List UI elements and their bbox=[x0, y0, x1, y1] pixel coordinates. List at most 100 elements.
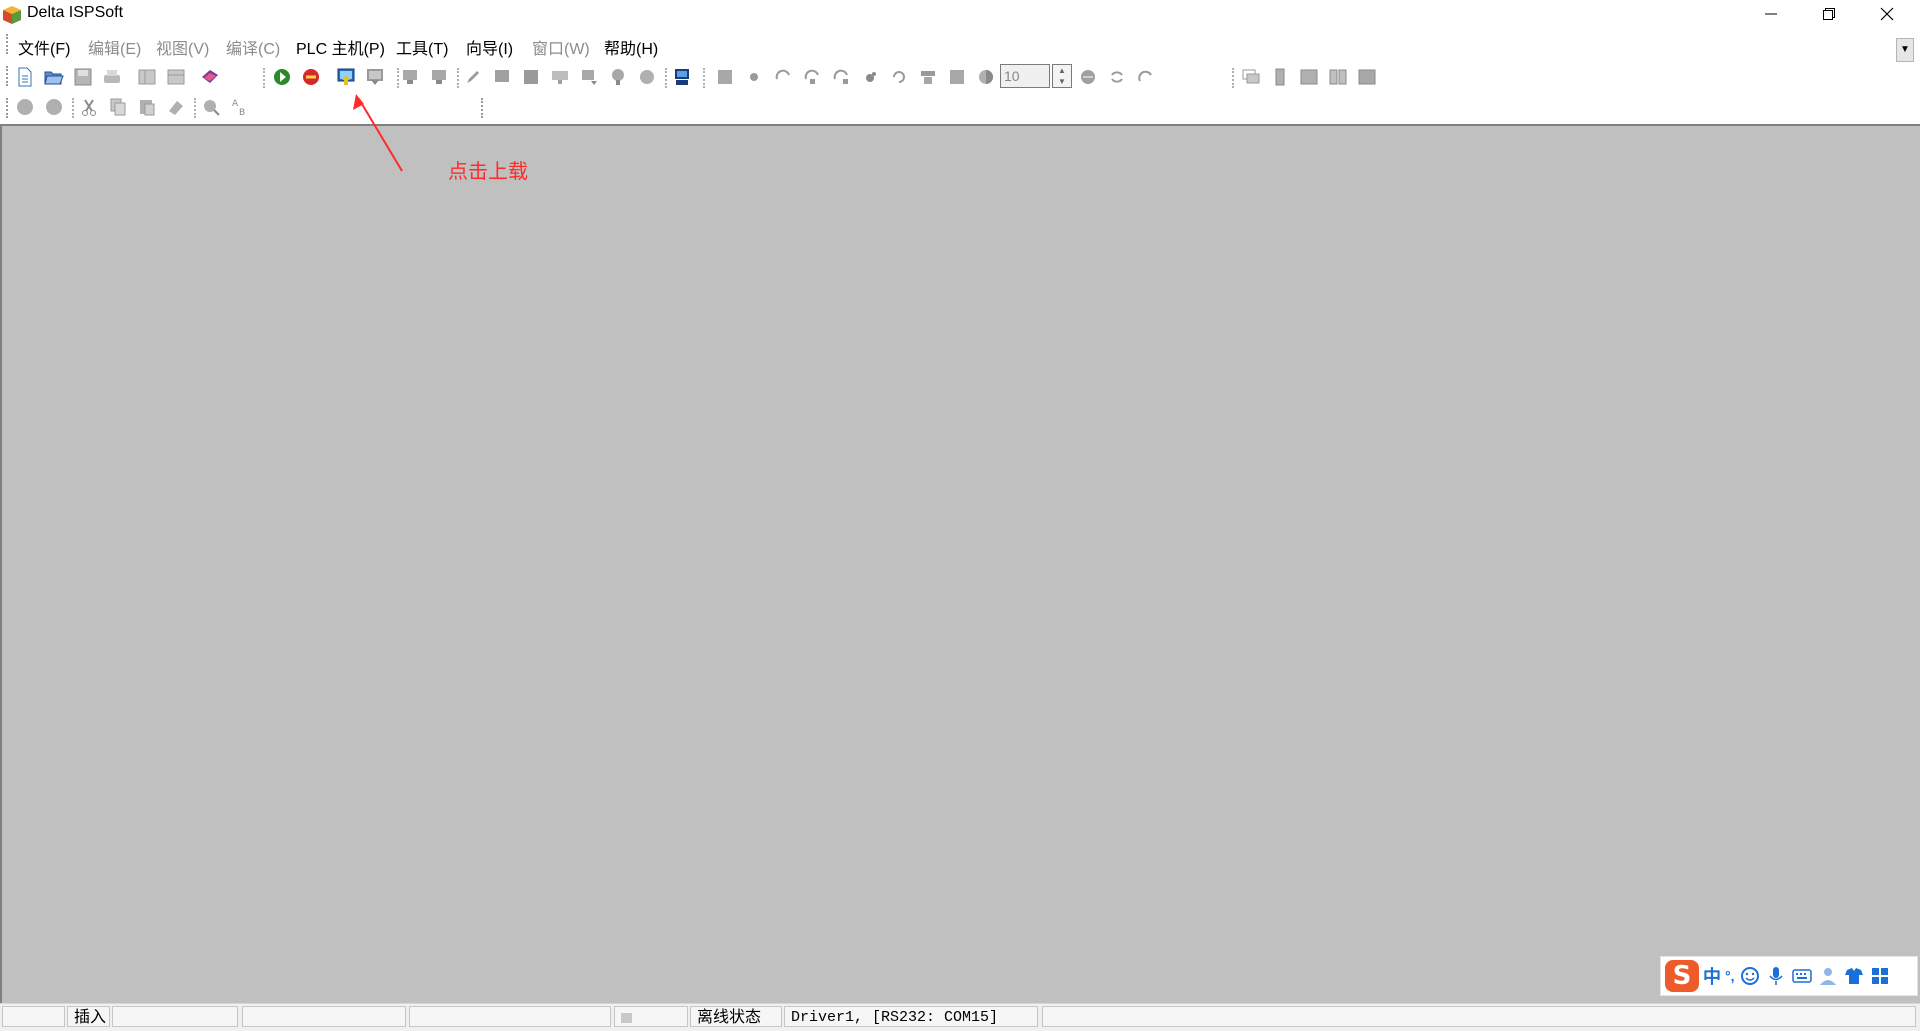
toolbar2-grip[interactable] bbox=[6, 98, 11, 118]
app-logo-icon bbox=[3, 6, 21, 24]
step-out-button[interactable] bbox=[830, 66, 852, 88]
breakpoint-button[interactable] bbox=[859, 66, 881, 88]
cascade-icon bbox=[1242, 69, 1260, 84]
minimize-icon bbox=[1765, 13, 1777, 15]
emoji-icon[interactable] bbox=[1739, 965, 1761, 987]
annotation-label: 点击上载 bbox=[448, 161, 528, 183]
keyboard-icon[interactable] bbox=[1791, 965, 1813, 987]
close-button[interactable] bbox=[1858, 0, 1916, 28]
tool2-button[interactable] bbox=[491, 66, 513, 88]
tool17-button[interactable] bbox=[1327, 66, 1349, 88]
tool14-button[interactable] bbox=[1240, 66, 1262, 88]
download-button[interactable] bbox=[364, 66, 386, 88]
monitor-mode-button[interactable] bbox=[714, 66, 736, 88]
paste-button[interactable] bbox=[136, 96, 158, 118]
sogou-logo-icon[interactable]: S bbox=[1665, 960, 1699, 992]
tool10-button[interactable] bbox=[975, 66, 997, 88]
breakpoint-icon bbox=[866, 72, 876, 82]
scan-value-input[interactable]: 10 bbox=[1000, 64, 1050, 88]
find-button[interactable] bbox=[200, 96, 222, 118]
compare2-button[interactable] bbox=[428, 66, 450, 88]
erase-button[interactable] bbox=[165, 96, 187, 118]
toolbar-separator bbox=[1232, 68, 1234, 88]
stack-icon bbox=[921, 71, 935, 84]
menu-edit[interactable]: 编辑(E) bbox=[88, 35, 141, 59]
stop-button[interactable] bbox=[300, 66, 322, 88]
dot-button[interactable] bbox=[743, 66, 765, 88]
book-button[interactable] bbox=[199, 66, 221, 88]
user-icon[interactable] bbox=[1817, 965, 1839, 987]
toolbar-overflow-button[interactable]: ▼ bbox=[1896, 38, 1914, 62]
scan-value-spinner[interactable]: ▲ ▼ bbox=[1052, 64, 1072, 88]
menu-tools[interactable]: 工具(T) bbox=[396, 35, 448, 59]
mdi-workspace[interactable] bbox=[0, 124, 1920, 1004]
ime-language-toggle[interactable]: 中 bbox=[1703, 963, 1721, 989]
menu-help[interactable]: 帮助(H) bbox=[604, 35, 658, 59]
step-into-button[interactable] bbox=[801, 66, 823, 88]
tool16-button[interactable] bbox=[1298, 66, 1320, 88]
minus-circle-icon bbox=[1081, 70, 1095, 84]
minimize-button[interactable] bbox=[1742, 0, 1800, 28]
toolbar-separator bbox=[263, 68, 265, 88]
undo-button[interactable] bbox=[14, 96, 36, 118]
tool6-button[interactable] bbox=[607, 66, 629, 88]
svg-text:B: B bbox=[239, 108, 245, 117]
menu-compile[interactable]: 编译(C) bbox=[226, 35, 280, 59]
run-icon bbox=[274, 69, 290, 85]
tool4-button[interactable] bbox=[549, 66, 571, 88]
book-icon bbox=[202, 70, 218, 83]
replace-button[interactable]: AB bbox=[229, 96, 251, 118]
menu-wizard[interactable]: 向导(I) bbox=[466, 35, 513, 59]
run-button[interactable] bbox=[271, 66, 293, 88]
tool1-button[interactable] bbox=[462, 66, 484, 88]
step-over-button[interactable] bbox=[772, 66, 794, 88]
copy-button[interactable] bbox=[107, 96, 129, 118]
tool7-button[interactable] bbox=[636, 66, 658, 88]
spin-down-icon[interactable]: ▼ bbox=[1053, 76, 1071, 87]
layout-button[interactable] bbox=[136, 66, 158, 88]
upload-button[interactable] bbox=[335, 66, 357, 88]
menu-view[interactable]: 视图(V) bbox=[156, 35, 209, 59]
menubar-grip[interactable] bbox=[6, 34, 11, 54]
toolbar-separator bbox=[72, 98, 74, 118]
window-button[interactable] bbox=[165, 66, 187, 88]
ime-toolbar[interactable]: S 中 °, bbox=[1660, 956, 1918, 996]
device-icon bbox=[582, 70, 597, 85]
toolbar3-grip[interactable] bbox=[481, 98, 486, 118]
tool8-button[interactable] bbox=[917, 66, 939, 88]
close-icon bbox=[1880, 7, 1894, 21]
comm-settings-button[interactable] bbox=[671, 66, 693, 88]
tool13-button[interactable] bbox=[1135, 66, 1157, 88]
ime-punct-toggle[interactable]: °, bbox=[1725, 968, 1735, 984]
microphone-icon[interactable] bbox=[1765, 965, 1787, 987]
refresh-button[interactable] bbox=[888, 66, 910, 88]
spin-up-icon[interactable]: ▲ bbox=[1053, 65, 1071, 76]
toolbar-separator bbox=[194, 98, 196, 118]
tool5-button[interactable] bbox=[578, 66, 600, 88]
tool3-button[interactable] bbox=[520, 66, 542, 88]
restore-button[interactable] bbox=[1800, 0, 1858, 28]
save-button[interactable] bbox=[72, 66, 94, 88]
cut-button[interactable] bbox=[78, 96, 100, 118]
open-button[interactable] bbox=[43, 66, 65, 88]
redo-button[interactable] bbox=[43, 96, 65, 118]
tool15-button[interactable] bbox=[1269, 66, 1291, 88]
status-driver: Driver1, [RS232: COM15] bbox=[784, 1006, 1038, 1027]
tool11-button[interactable] bbox=[1077, 66, 1099, 88]
menu-window[interactable]: 窗口(W) bbox=[532, 35, 590, 59]
arrange-icon bbox=[1358, 69, 1376, 85]
new-file-button[interactable] bbox=[14, 66, 36, 88]
tool9-button[interactable] bbox=[946, 66, 968, 88]
toolbox-grid-icon[interactable] bbox=[1869, 965, 1891, 987]
status-bar: 插入 离线状态 Driver1, [RS232: COM15] bbox=[0, 1003, 1920, 1031]
print-button[interactable] bbox=[101, 66, 123, 88]
annotation-arrow-icon bbox=[353, 94, 403, 172]
menu-file[interactable]: 文件(F) bbox=[18, 35, 70, 59]
menu-plc-host[interactable]: PLC 主机(P) bbox=[296, 35, 385, 59]
skin-shirt-icon[interactable] bbox=[1843, 965, 1865, 987]
toolbar-grip[interactable] bbox=[6, 66, 11, 86]
compare-button[interactable] bbox=[399, 66, 421, 88]
tool12-button[interactable] bbox=[1106, 66, 1128, 88]
tool18-button[interactable] bbox=[1356, 66, 1378, 88]
toolbar-separator bbox=[703, 68, 705, 88]
